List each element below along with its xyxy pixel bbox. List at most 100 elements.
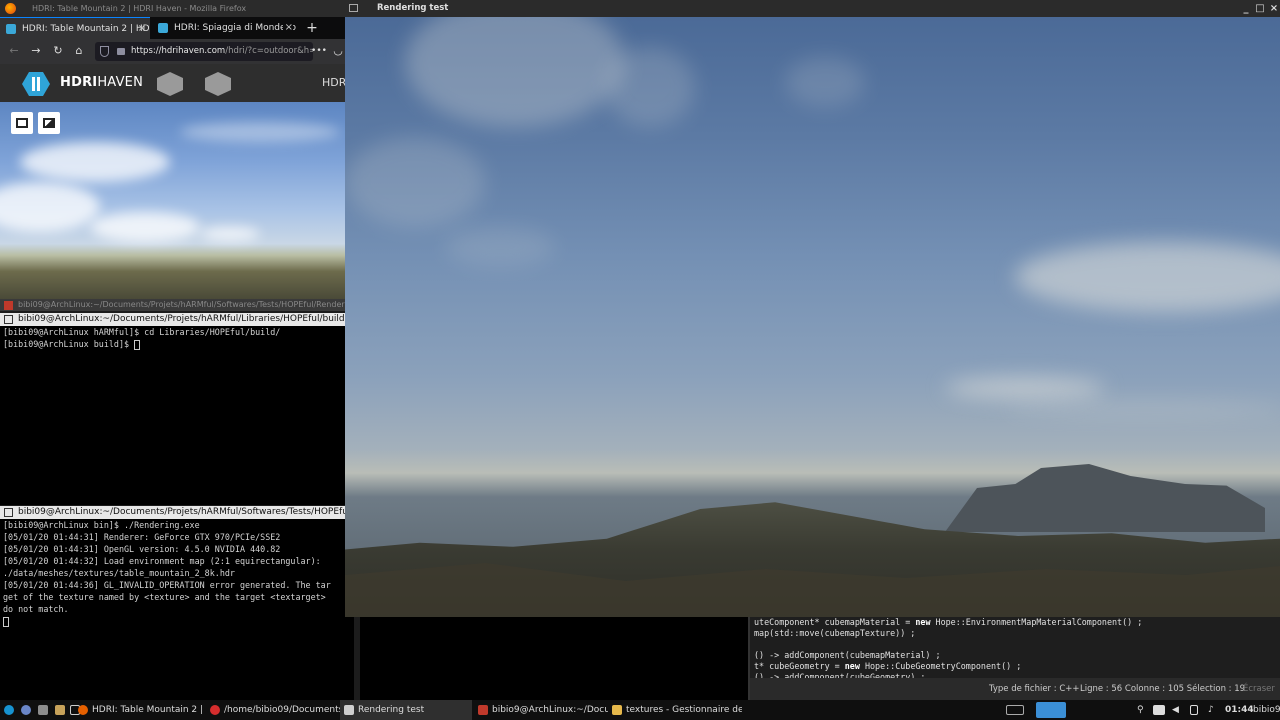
firefox-titlebar: HDRI: Table Mountain 2 | HDRI Haven - Mo… <box>0 0 345 17</box>
task-label: bibio9@ArchLinux:~/Docu... <box>492 705 608 715</box>
browser-launcher-icon[interactable] <box>21 705 31 715</box>
text-cursor <box>3 616 9 627</box>
text-cursor <box>134 339 141 350</box>
terminal-title: bibi09@ArchLinux:~/Documents/Projets/hAR… <box>18 314 345 324</box>
tracking-shield-icon[interactable] <box>100 46 109 57</box>
bell-icon[interactable]: ♪ <box>1208 700 1214 720</box>
files-launcher-icon[interactable] <box>55 705 65 715</box>
volume-icon[interactable]: ◀ <box>1172 700 1179 720</box>
user-name[interactable]: bibio9 <box>1253 700 1280 720</box>
firefox-icon <box>78 705 88 715</box>
exposure-toggle-icon[interactable] <box>38 112 60 134</box>
tab-spiaggia-di-mondello[interactable]: HDRI: Spiaggia di Mondello | HDRI Haven … <box>152 17 297 39</box>
tab-table-mountain[interactable]: HDRI: Table Mountain 2 | HDRI Haven × <box>0 17 150 39</box>
pocket-icon[interactable]: ◡ <box>330 43 346 59</box>
task-firefox[interactable]: HDRI: Table Mountain 2 | ... <box>74 700 206 720</box>
window-icon <box>349 4 358 12</box>
texturehaven-logo-icon[interactable] <box>157 72 183 96</box>
code-line: map(std::move(cubemapTexture)) ; <box>754 628 916 638</box>
taskbar: HDRI: Table Mountain 2 | ... /home/bibio… <box>0 700 1280 720</box>
terminal-line: do not match. <box>3 604 69 614</box>
terminal-top-titlebar: bibi09@ArchLinux:~/Documents/Projets/hAR… <box>0 313 345 326</box>
task-label: /home/bibio09/Documents... <box>224 705 340 715</box>
reload-icon[interactable]: ↻ <box>50 43 66 59</box>
terminal-bottom-output[interactable]: [bibi09@ArchLinux bin]$ ./Rendering.exe [… <box>0 519 354 700</box>
terminal-top-output[interactable]: [bibi09@ArchLinux hARMful]$ cd Libraries… <box>0 326 345 505</box>
firefox-tabstrip: HDRI: Table Mountain 2 | HDRI Haven × HD… <box>0 17 345 39</box>
task-label: HDRI: Table Mountain 2 | ... <box>92 705 206 715</box>
camera-icon[interactable] <box>1153 705 1165 715</box>
task-file-folder[interactable]: /home/bibio09/Documents... <box>206 700 340 720</box>
clipboard-icon[interactable] <box>1190 705 1198 715</box>
hdrihaven-favicon-icon <box>6 24 16 34</box>
window-icon <box>344 705 354 715</box>
folder-icon <box>612 705 622 715</box>
network-icon[interactable]: ⚲ <box>1137 700 1144 720</box>
terminal-icon <box>4 508 13 517</box>
task-file-manager[interactable]: textures - Gestionnaire de ... <box>608 700 742 720</box>
new-tab-button[interactable]: + <box>302 17 322 39</box>
home-icon[interactable]: ⌂ <box>71 43 87 59</box>
hdri-preview-image[interactable] <box>0 102 345 299</box>
url-path: /hdri/?c=outdoor&h=table_mountain_2 <box>225 46 313 56</box>
settings-launcher-icon[interactable] <box>38 705 48 715</box>
status-text: bibi09@ArchLinux:~/Documents/Projets/hAR… <box>18 300 345 309</box>
3dmodelhaven-logo-icon[interactable] <box>205 72 231 96</box>
terminal-line <box>3 615 354 627</box>
code-line: () -> addComponent(cubemapMaterial) ; <box>754 650 941 660</box>
minimize-button[interactable]: _ <box>1239 0 1253 17</box>
cursor-position-label: Ligne : 56 Colonne : 105 Sélection : 19 <box>1080 684 1246 694</box>
back-icon[interactable]: ← <box>6 43 22 59</box>
terminal-line: [bibi09@ArchLinux bin]$ ./Rendering.exe <box>3 520 200 530</box>
terminal-bottom-window[interactable]: bibi09@ArchLinux:~/Documents/Projets/hAR… <box>0 506 354 700</box>
terminal-line: [bibi09@ArchLinux build]$ <box>3 338 345 350</box>
hdrihaven-logo-icon[interactable] <box>22 72 50 96</box>
render-window-title: Rendering test <box>377 3 449 13</box>
url-domain: https://hdrihaven.com <box>131 46 226 56</box>
tab-label: HDRI: Table Mountain 2 | HDRI Haven <box>22 24 150 34</box>
workspace-1-icon[interactable] <box>1006 705 1024 715</box>
task-terminal[interactable]: bibio9@ArchLinux:~/Docu... <box>474 700 608 720</box>
terminal-title: bibi09@ArchLinux:~/Documents/Projets/hAR… <box>18 507 345 517</box>
task-label: textures - Gestionnaire de ... <box>626 705 742 715</box>
terminal-icon <box>4 315 13 324</box>
dark-panel <box>360 617 748 700</box>
terminal-top-window[interactable]: bibi09@ArchLinux:~/Documents/Projets/hAR… <box>0 313 345 505</box>
maximize-button[interactable]: □ <box>1253 0 1267 17</box>
folder-icon <box>210 705 220 715</box>
firefox-window-title: HDRI: Table Mountain 2 | HDRI Haven - Mo… <box>32 4 247 13</box>
workspace-2-icon[interactable] <box>1036 702 1066 718</box>
render-window-titlebar[interactable]: Rendering test _ □ × <box>345 0 1280 17</box>
terminal-line: [05/01/20 01:44:31] Renderer: GeForce GT… <box>3 532 281 542</box>
hdrihaven-wordmark[interactable]: HDRIHAVEN <box>60 75 143 90</box>
terminal-line: [bibi09@ArchLinux hARMful]$ cd Libraries… <box>3 327 281 337</box>
terminal-line: [05/01/20 01:44:32] Load environment map… <box>3 556 321 566</box>
firefox-navbar: ← → ↻ ⌂ https://hdrihaven.com/hdri/?c=ou… <box>0 39 345 64</box>
forward-icon[interactable]: → <box>28 43 44 59</box>
close-tab-icon[interactable]: × <box>282 17 293 39</box>
clock[interactable]: 01:44 <box>1225 700 1254 720</box>
page-actions-button[interactable]: ••• <box>311 43 327 59</box>
terminal-line: ./data/meshes/textures/table_mountain_2_… <box>3 568 235 578</box>
hdrihaven-favicon-icon <box>158 23 168 33</box>
close-button[interactable]: × <box>1267 0 1280 17</box>
render-viewport[interactable] <box>345 17 1280 617</box>
taskbar-hover-status: bibi09@ArchLinux:~/Documents/Projets/hAR… <box>0 299 345 311</box>
fullscreen-toggle-icon[interactable] <box>11 112 33 134</box>
terminal-icon <box>4 301 13 310</box>
terminal-bottom-titlebar: bibi09@ArchLinux:~/Documents/Projets/hAR… <box>0 506 345 519</box>
code-line: uteComponent* cubemapMaterial = new Hope… <box>754 617 1143 627</box>
hdrihaven-header: HDRIHAVEN HDRI <box>0 64 350 102</box>
insert-mode-label: Écraser <box>1243 684 1275 694</box>
lock-icon[interactable] <box>117 48 125 55</box>
arch-menu-icon[interactable] <box>4 705 14 715</box>
task-rendering-test[interactable]: Rendering test <box>340 700 472 720</box>
url-bar[interactable]: https://hdrihaven.com/hdri/?c=outdoor&h=… <box>95 42 313 61</box>
close-tab-icon[interactable]: × <box>138 18 146 39</box>
terminal-line: get of the texture named by <texture> an… <box>3 592 326 602</box>
filetype-label: Type de fichier : C++ <box>989 684 1080 694</box>
terminal-line: [05/01/20 01:44:36] GL_INVALID_OPERATION… <box>3 580 331 590</box>
editor-statusbar: Type de fichier : C++ Ligne : 56 Colonne… <box>750 678 1280 700</box>
task-label: Rendering test <box>358 705 425 715</box>
